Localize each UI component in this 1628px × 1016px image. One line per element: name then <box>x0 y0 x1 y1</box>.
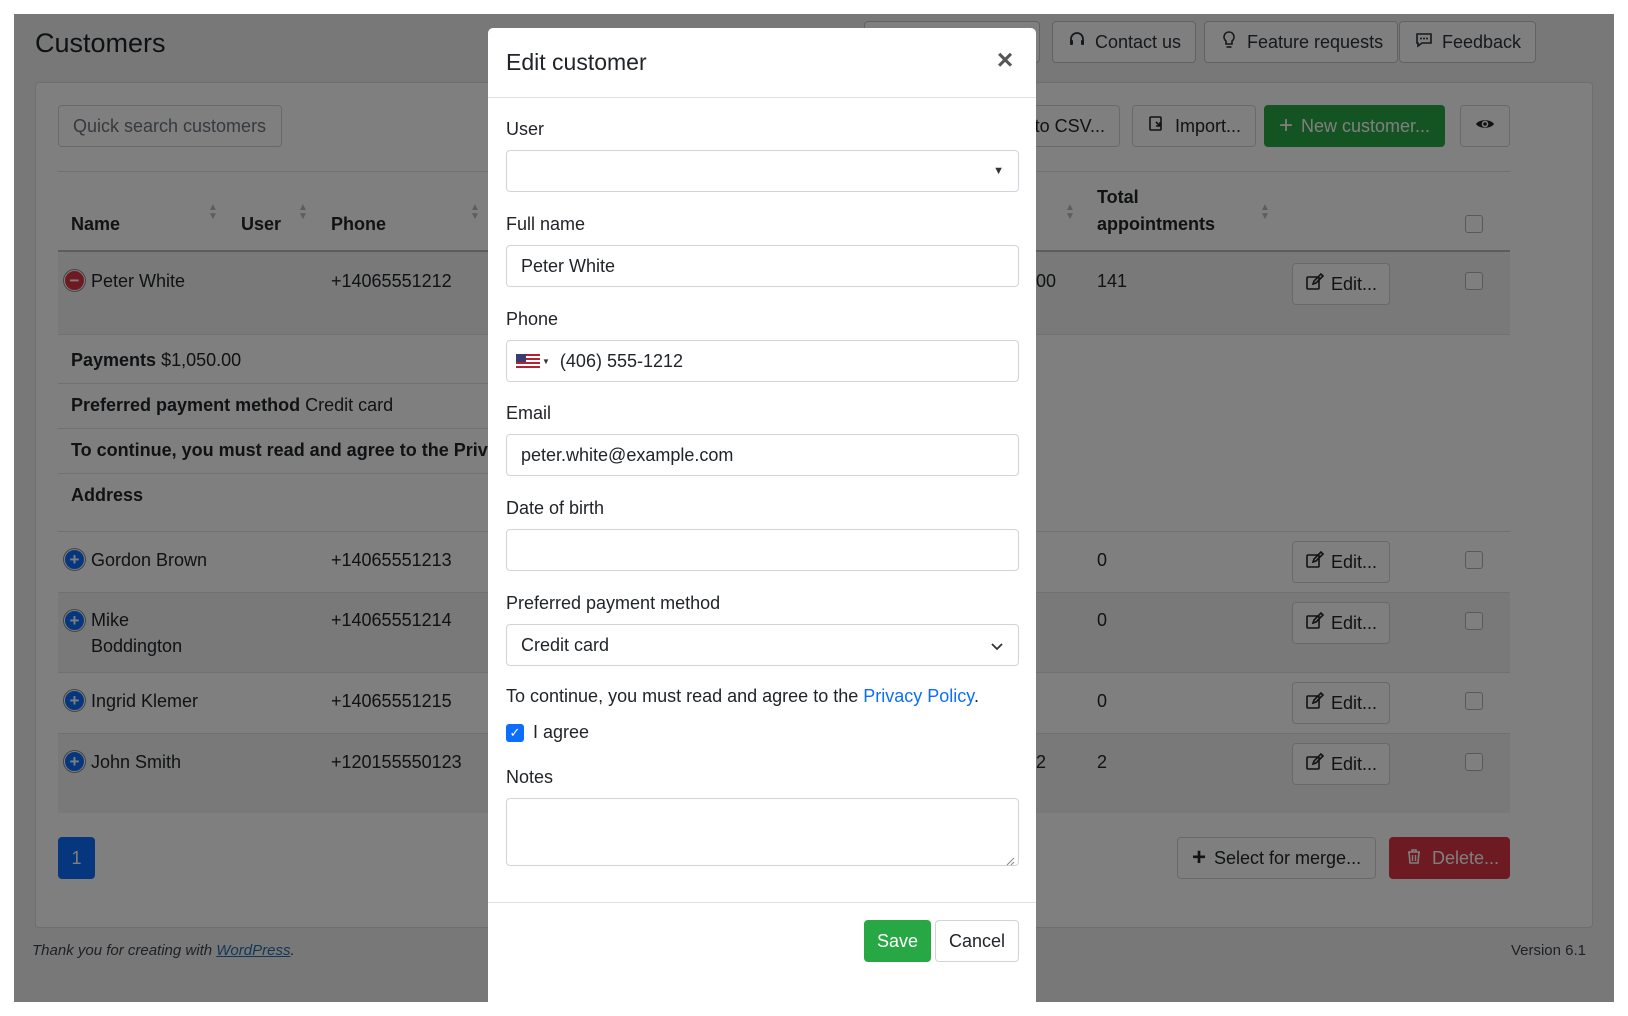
privacy-policy-link[interactable]: Privacy Policy <box>863 686 974 706</box>
dialog-footer-divider <box>488 902 1036 903</box>
resize-handle-icon[interactable] <box>1006 853 1015 866</box>
caret-down-icon: ▼ <box>993 165 1004 177</box>
phone-value: (406) 555-1212 <box>559 350 684 371</box>
agree-checkbox[interactable]: ✓ <box>506 724 524 742</box>
us-flag-icon[interactable]: ▼ <box>516 354 550 368</box>
email-label: Email <box>506 403 552 423</box>
full-name-input[interactable]: Peter White <box>506 245 1019 287</box>
email-input[interactable]: peter.white@example.com <box>506 434 1019 476</box>
close-icon[interactable]: × <box>990 46 1020 76</box>
payment-method-select[interactable]: Credit card <box>506 624 1019 666</box>
dob-input[interactable] <box>506 529 1019 571</box>
save-button[interactable]: Save <box>864 920 931 962</box>
notes-label: Notes <box>506 767 554 787</box>
notes-textarea[interactable] <box>506 798 1019 866</box>
dialog-title: Edit customer <box>506 49 647 75</box>
app-screen: Customers Contact us Feature requests Fe… <box>14 14 1614 1002</box>
user-select[interactable]: ▼ <box>506 150 1019 192</box>
payment-method-value: Credit card <box>521 634 610 655</box>
phone-label: Phone <box>506 309 559 329</box>
cancel-button[interactable]: Cancel <box>935 920 1019 962</box>
agree-label[interactable]: I agree <box>533 722 589 743</box>
full-name-label: Full name <box>506 214 586 234</box>
privacy-end: . <box>973 686 979 706</box>
chevron-down-icon <box>990 635 1004 656</box>
user-label: User <box>506 119 545 139</box>
payment-method-label: Preferred payment method <box>506 593 721 613</box>
privacy-text: To continue, you must read and agree to … <box>506 686 859 706</box>
privacy-notice: To continue, you must read and agree to … <box>506 686 979 707</box>
dialog-header: Edit customer × <box>488 28 1036 98</box>
edit-customer-dialog: Edit customer × User ▼ Full name Peter W… <box>488 28 1036 1002</box>
dob-label: Date of birth <box>506 498 605 518</box>
phone-input[interactable]: ▼ (406) 555-1212 <box>506 340 1019 382</box>
